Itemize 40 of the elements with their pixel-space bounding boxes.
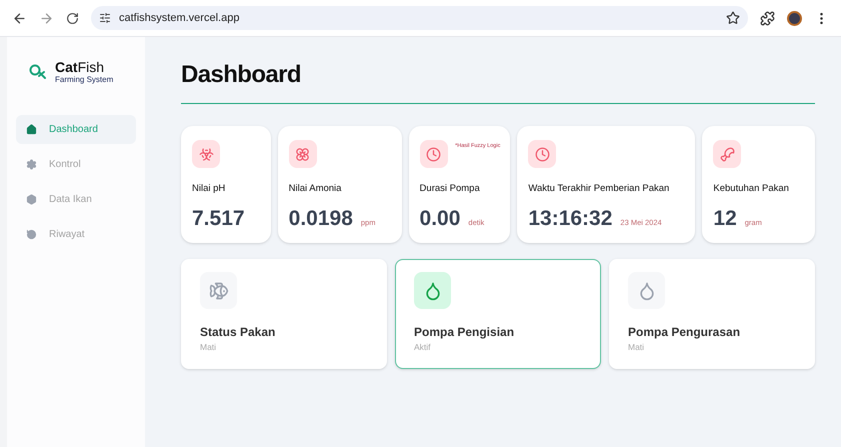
profile-avatar[interactable] bbox=[787, 10, 802, 26]
stat-label: Durasi Pompa bbox=[420, 182, 481, 196]
stat-label: Nilai pH bbox=[192, 182, 226, 196]
drumstick-icon bbox=[720, 146, 735, 162]
site-info-icon[interactable] bbox=[99, 12, 111, 24]
sidebar-item[interactable]: Riwayat bbox=[16, 220, 136, 249]
sidebar-item[interactable]: Data Ikan bbox=[16, 185, 136, 214]
stat-value: 0.0198 bbox=[288, 208, 353, 230]
sidebar-item[interactable]: Dashboard bbox=[16, 115, 136, 144]
forward-icon[interactable] bbox=[39, 10, 54, 26]
fish-icon bbox=[208, 280, 228, 301]
status-title: Pompa Pengurasan bbox=[628, 324, 742, 342]
biohazard-icon bbox=[198, 146, 214, 162]
page-title: Dashboard bbox=[181, 61, 301, 88]
url-text: catfishsystem.vercel.app bbox=[119, 10, 240, 26]
stat-value: 7.517 bbox=[192, 208, 245, 230]
logo-subtitle: Farming System bbox=[55, 76, 114, 84]
logo-title: CatFish bbox=[55, 60, 106, 74]
flower-icon bbox=[295, 146, 310, 162]
fish-logo-icon bbox=[29, 64, 47, 80]
clock-icon bbox=[426, 146, 442, 162]
house-icon bbox=[26, 124, 37, 135]
stat-value: 0.00 bbox=[420, 208, 460, 230]
status-state: Mati bbox=[628, 341, 646, 354]
status-state: Mati bbox=[200, 341, 218, 354]
status-title: Status Pakan bbox=[200, 324, 276, 342]
reload-icon[interactable] bbox=[66, 12, 79, 24]
back-icon[interactable] bbox=[12, 10, 27, 26]
status-state: Aktif bbox=[414, 341, 432, 354]
clock-icon bbox=[534, 146, 550, 162]
stat-label: Kebutuhan Pakan bbox=[713, 182, 790, 196]
stat-value: 13:16:32 bbox=[528, 208, 612, 230]
stat-label: Nilai Amonia bbox=[288, 182, 342, 196]
address-bar[interactable]: catfishsystem.vercel.app bbox=[91, 6, 748, 30]
stat-value: 12 bbox=[713, 208, 737, 230]
extensions-icon[interactable] bbox=[760, 10, 775, 26]
bookmark-icon[interactable] bbox=[726, 11, 740, 25]
status-title: Pompa Pengisian bbox=[414, 324, 516, 342]
sidebar-item[interactable]: Kontrol bbox=[16, 150, 136, 179]
stat-label: Waktu Terakhir Pemberian Pakan bbox=[528, 182, 670, 196]
